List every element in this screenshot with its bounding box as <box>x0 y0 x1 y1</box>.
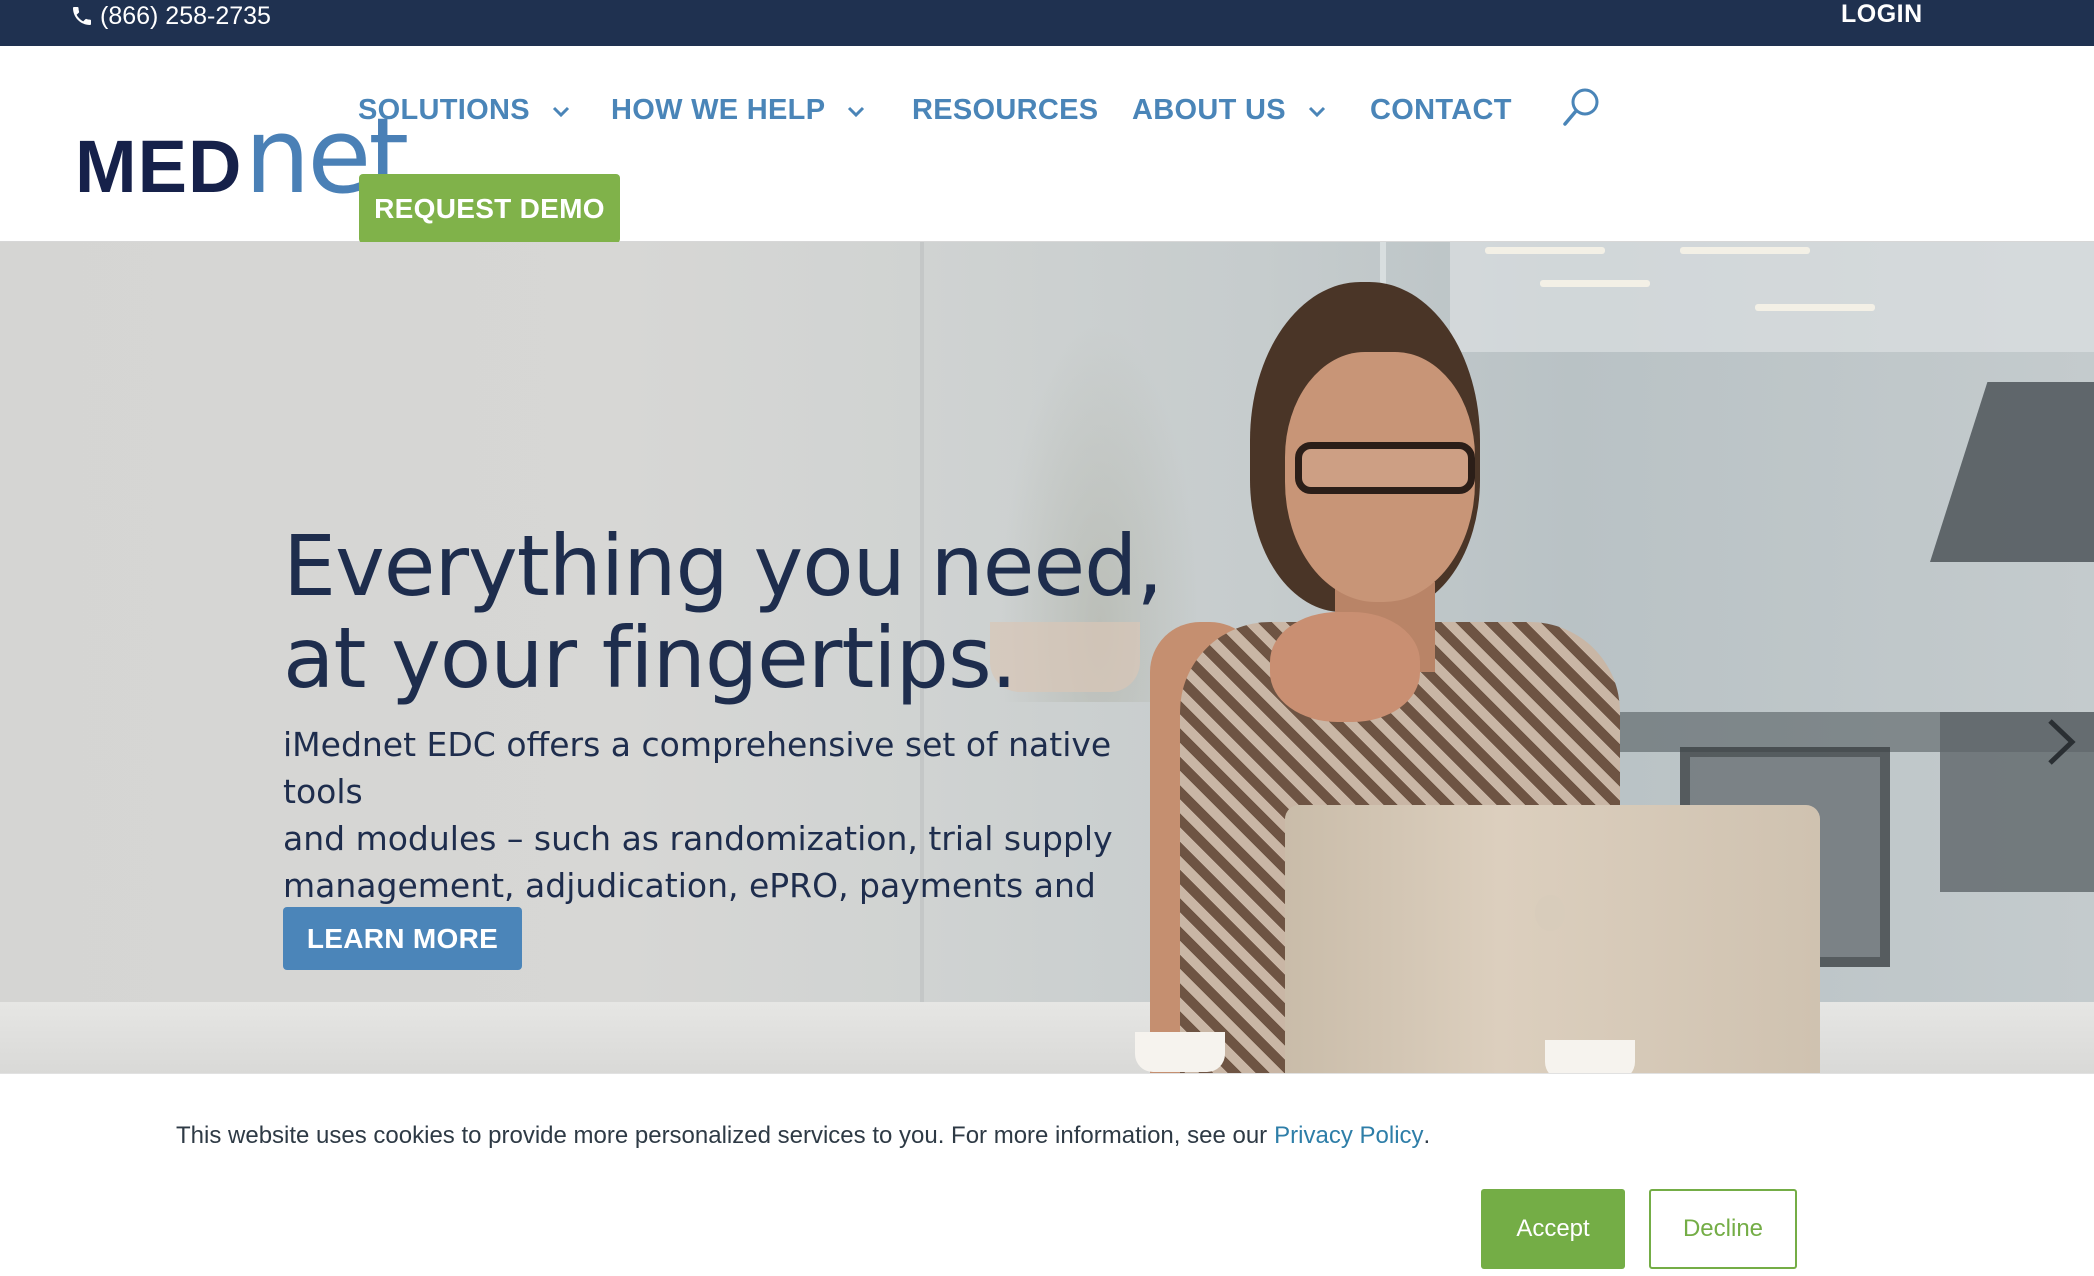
mednet-logo[interactable]: MED net <box>75 104 409 234</box>
top-utility-bar: (866) 258-2735 LOGIN <box>0 0 2094 46</box>
cookie-message: This website uses cookies to provide mor… <box>176 1119 1430 1153</box>
hero-title-line: Everything you need, <box>283 517 1163 615</box>
hero-bg-light <box>1485 247 1605 254</box>
chevron-down-icon <box>848 106 865 118</box>
nav-resources[interactable]: RESOURCES <box>912 90 1098 130</box>
hero-title-line: at your fingertips. <box>283 609 1017 707</box>
hero-cup <box>1545 1040 1635 1073</box>
nav-contact-label: CONTACT <box>1370 93 1512 126</box>
cookie-message-text: This website uses cookies to provide mor… <box>176 1122 1268 1149</box>
request-demo-button[interactable]: REQUEST DEMO <box>359 174 620 243</box>
chevron-right-icon[interactable] <box>2044 717 2078 767</box>
nav-about-us-label: ABOUT US <box>1132 93 1286 126</box>
hero-desc-line: iMednet EDC offers a comprehensive set o… <box>283 725 1112 811</box>
hero-bg-lamp <box>1930 382 2094 562</box>
decline-cookies-button[interactable]: Decline <box>1649 1189 1797 1269</box>
chevron-down-icon <box>552 106 569 118</box>
accept-cookies-button[interactable]: Accept <box>1481 1189 1625 1269</box>
cookie-banner: This website uses cookies to provide mor… <box>0 1073 2094 1276</box>
nav-about-us[interactable]: ABOUT US <box>1132 90 1326 130</box>
hero-cup <box>1135 1032 1225 1072</box>
chevron-down-icon <box>1308 106 1325 118</box>
learn-more-button[interactable]: LEARN MORE <box>283 907 522 970</box>
nav-solutions-label: SOLUTIONS <box>358 93 530 126</box>
person-hand <box>1270 612 1420 722</box>
nav-solutions[interactable]: SOLUTIONS <box>358 90 570 130</box>
laptop-logo <box>1535 895 1565 931</box>
hero-desc-line: and modules – such as randomization, tri… <box>283 819 1113 858</box>
search-icon[interactable] <box>1562 86 1602 128</box>
nav-how-we-help-label: HOW WE HELP <box>611 93 826 126</box>
hero-laptop <box>1285 805 1820 1073</box>
person-glasses <box>1295 442 1475 494</box>
hero-bg-light <box>1680 247 1810 254</box>
nav-contact[interactable]: CONTACT <box>1370 90 1512 130</box>
site-header: MED net SOLUTIONS HOW WE HELP RESOURCES … <box>0 46 2094 243</box>
hero-title: Everything you need, at your fingertips. <box>283 520 1183 704</box>
nav-how-we-help[interactable]: HOW WE HELP <box>611 90 865 130</box>
phone-icon <box>73 7 91 25</box>
logo-med: MED <box>75 125 243 208</box>
cookie-message-period: . <box>1423 1122 1431 1149</box>
login-link[interactable]: LOGIN <box>1841 0 1923 28</box>
phone-link[interactable]: (866) 258-2735 <box>70 0 271 32</box>
hero-banner: Everything you need, at your fingertips.… <box>0 242 2094 1073</box>
nav-resources-label: RESOURCES <box>912 93 1099 126</box>
phone-number: (866) 258-2735 <box>100 1 271 30</box>
hero-bg-light <box>1755 304 1875 311</box>
privacy-policy-link[interactable]: Privacy Policy <box>1274 1122 1423 1150</box>
